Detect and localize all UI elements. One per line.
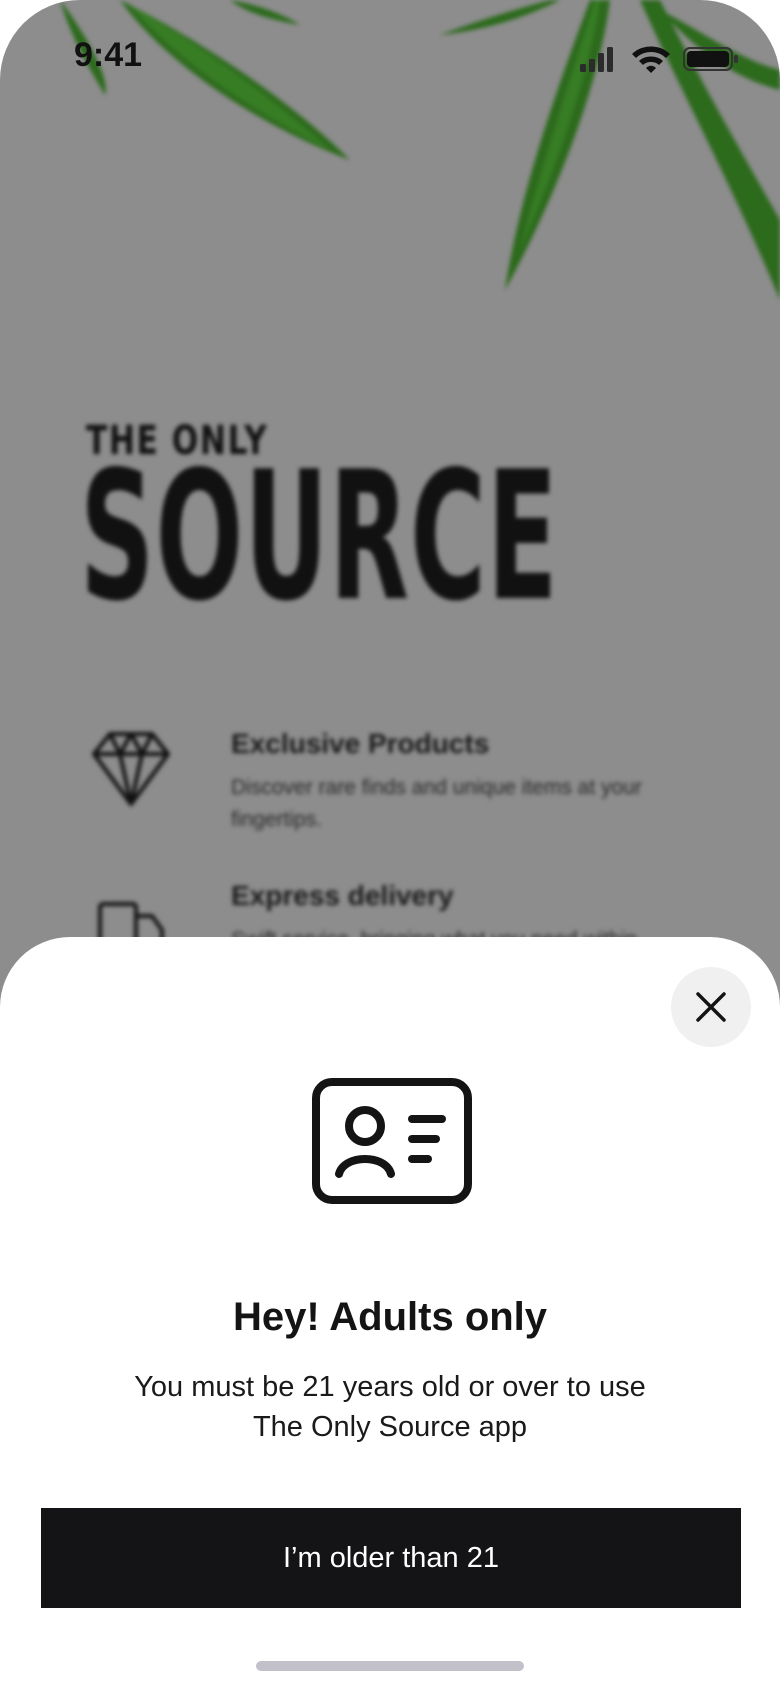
sheet-description-line: The Only Source app <box>252 1411 528 1443</box>
close-button[interactable] <box>671 967 751 1047</box>
sheet-title: Hey! Adults only <box>232 1295 548 1339</box>
feature-title: Exclusive Products <box>231 728 490 759</box>
hero-title-text: SOURCE <box>80 433 559 640</box>
close-icon <box>696 992 726 1022</box>
confirm-age-button[interactable]: I’m older than 21 <box>41 1508 741 1608</box>
battery-icon <box>683 47 738 71</box>
age-verification-sheet: Hey! Adults only You must be 21 years ol… <box>0 937 780 1688</box>
status-time: 9:41 <box>74 36 143 74</box>
feature-title: Express delivery <box>231 880 454 911</box>
status-bar: 9:41 <box>0 0 780 110</box>
home-indicator[interactable] <box>256 1661 524 1671</box>
phone-screen: THE ONLY SOURCE Exclusive Products Disco… <box>0 0 780 1688</box>
sheet-description-line: You must be 21 years old or over to use <box>134 1371 646 1403</box>
id-card-icon <box>312 1078 472 1204</box>
feature-description: Discover rare finds and unique items at … <box>231 776 642 831</box>
wifi-icon <box>632 46 670 73</box>
status-icons <box>580 46 738 73</box>
diamond-icon <box>92 732 170 806</box>
sheet-description: You must be 21 years old or over to use … <box>90 1367 690 1447</box>
cellular-signal-icon <box>580 47 613 72</box>
